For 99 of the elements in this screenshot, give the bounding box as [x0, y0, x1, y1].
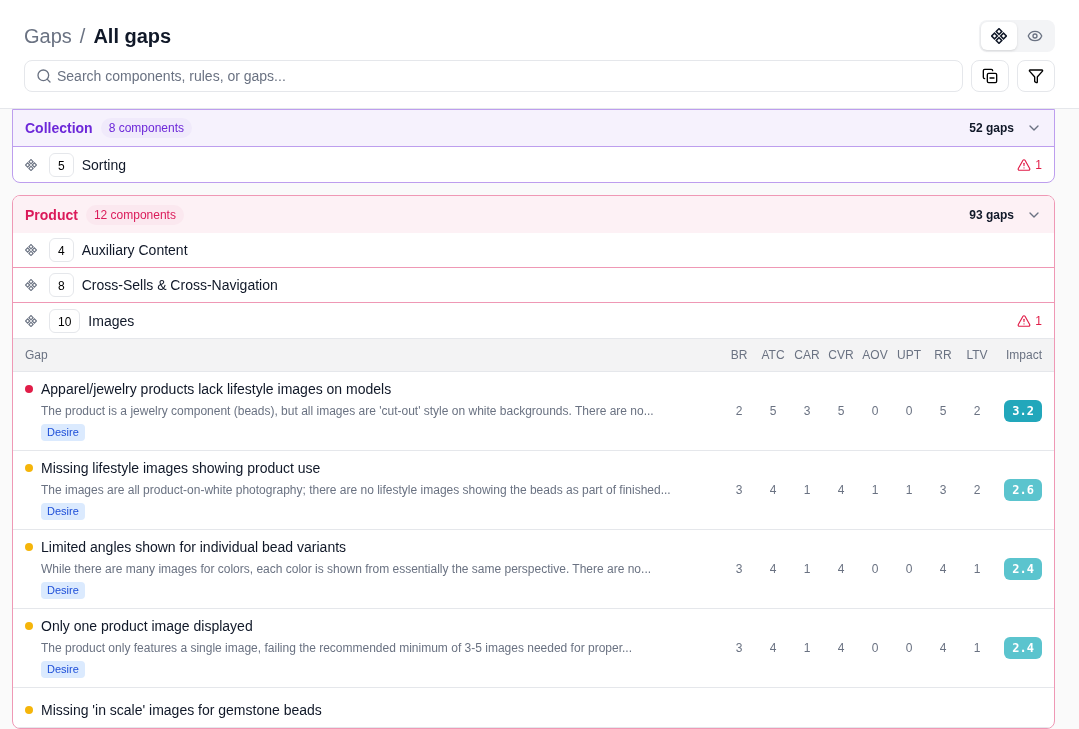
components-icon — [991, 28, 1007, 44]
breadcrumb-link[interactable]: Gaps — [24, 22, 72, 50]
component-row[interactable]: 8 Cross-Sells & Cross-Navigation — [13, 268, 1054, 303]
components-icon — [25, 279, 37, 291]
score: 0 — [870, 640, 880, 656]
score: 1 — [904, 482, 914, 498]
column-header: UPT — [896, 347, 922, 363]
rule-count: 8 — [49, 273, 74, 297]
collapse-all-button[interactable] — [971, 60, 1009, 92]
gap-description: While there are many images for colors, each color is shown from essentially the same perspective. There are no... — [41, 561, 653, 577]
gap-count: 52 gaps — [969, 120, 1014, 136]
score: 5 — [768, 403, 778, 419]
gap-description: The product only features a single image, failing the recommended minimum of 3-5 images needed for proper... — [41, 640, 633, 656]
tag: Desire — [41, 424, 85, 441]
component-row[interactable]: 5 Sorting 1 — [13, 147, 1054, 182]
score: 4 — [768, 640, 778, 656]
component-name: Sorting — [81, 155, 127, 175]
gap-title: Limited angles shown for individual bead variants — [41, 538, 347, 557]
score: 4 — [836, 640, 846, 656]
impact-score: 2.4 — [1004, 637, 1042, 659]
impact-score: 2.6 — [1004, 479, 1042, 501]
rule-count: 4 — [49, 238, 74, 262]
view-toggle-button[interactable] — [981, 22, 1017, 50]
column-header: AOV — [861, 347, 889, 363]
score: 4 — [938, 561, 948, 577]
section-header[interactable]: Product 12 components 93 gaps — [13, 196, 1054, 233]
score: 2 — [972, 403, 982, 419]
alert-count: 1 — [1035, 156, 1042, 173]
score: 4 — [768, 482, 778, 498]
column-header: ATC — [760, 347, 786, 363]
gap-count: 93 gaps — [969, 206, 1014, 223]
tag: Desire — [41, 582, 85, 599]
score: 0 — [870, 403, 880, 419]
column-header: CAR — [793, 347, 821, 363]
impact-score: 3.2 — [1004, 400, 1042, 422]
score: 1 — [802, 561, 812, 577]
filter-button[interactable] — [1017, 60, 1055, 92]
column-header: BR — [729, 347, 749, 363]
rule-count: 10 — [49, 308, 81, 333]
breadcrumb-separator: / — [79, 24, 86, 49]
tag: Desire — [41, 661, 85, 678]
score: 4 — [768, 561, 778, 577]
score: 3 — [734, 561, 744, 577]
score: 3 — [734, 482, 744, 498]
tag: Desire — [41, 503, 85, 520]
section-title: Product — [25, 205, 78, 225]
score: 1 — [972, 640, 982, 656]
search-icon — [36, 68, 52, 84]
collapse-icon — [982, 68, 998, 84]
score: 3 — [938, 482, 948, 498]
score: 5 — [938, 403, 948, 419]
score: 1 — [870, 482, 880, 498]
score: 0 — [904, 403, 914, 419]
score: 4 — [836, 561, 846, 577]
component-row[interactable]: 4 Auxiliary Content — [13, 233, 1054, 268]
component-name: Images — [88, 311, 135, 331]
gap-title: Only one product image displayed — [41, 617, 253, 636]
gap-title: Apparel/jewelry products lack lifestyle images on models — [41, 380, 392, 399]
gap-description: The product is a jewelry component (beads), but all images are 'cut-out' style on white backgrounds. There are no... — [41, 403, 655, 419]
rule-count: 5 — [49, 152, 74, 177]
score: 1 — [802, 640, 812, 656]
components-icon — [25, 158, 37, 171]
column-header: LTV — [965, 347, 989, 363]
gap-title: Missing 'in scale' images for gemstone beads — [41, 701, 322, 720]
score: 1 — [802, 482, 812, 498]
gap-description: The images are all product-on-white photography; there are no lifestyle images showing the beads as part of finished... — [41, 482, 672, 498]
warning-icon — [1017, 313, 1032, 328]
column-header: Impact — [1005, 347, 1042, 363]
section-title: Collection — [25, 119, 93, 138]
component-count: 12 components — [85, 204, 184, 225]
score: 0 — [904, 561, 914, 577]
component-name: Cross-Sells & Cross-Navigation — [81, 276, 278, 295]
column-header: RR — [933, 347, 953, 363]
alert-count: 1 — [1035, 312, 1042, 329]
score: 3 — [802, 403, 812, 419]
warning-icon — [1017, 157, 1032, 172]
column-header: Gap — [25, 347, 49, 363]
score: 5 — [836, 403, 846, 419]
score: 4 — [938, 640, 948, 656]
components-icon — [25, 314, 37, 327]
score: 0 — [904, 640, 914, 656]
component-count: 8 components — [100, 118, 193, 138]
components-icon — [25, 244, 37, 256]
section-header[interactable]: Collection 8 components 52 gaps — [13, 110, 1054, 147]
score: 3 — [734, 640, 744, 656]
score: 0 — [870, 561, 880, 577]
filter-icon — [1028, 68, 1044, 84]
component-name: Auxiliary Content — [81, 241, 188, 260]
score: 1 — [972, 561, 982, 577]
component-row[interactable]: 10 Images 1 — [13, 303, 1054, 338]
search-field[interactable]: Search components, rules, or gaps... — [24, 60, 963, 92]
column-header: CVR — [827, 347, 855, 363]
score: 2 — [734, 403, 744, 419]
score: 2 — [972, 482, 982, 498]
impact-score: 2.4 — [1004, 558, 1042, 580]
score: 4 — [836, 482, 846, 498]
eye-icon — [1027, 28, 1043, 44]
page-title: All gaps — [93, 24, 172, 49]
gap-title: Missing lifestyle images showing product use — [41, 459, 321, 478]
